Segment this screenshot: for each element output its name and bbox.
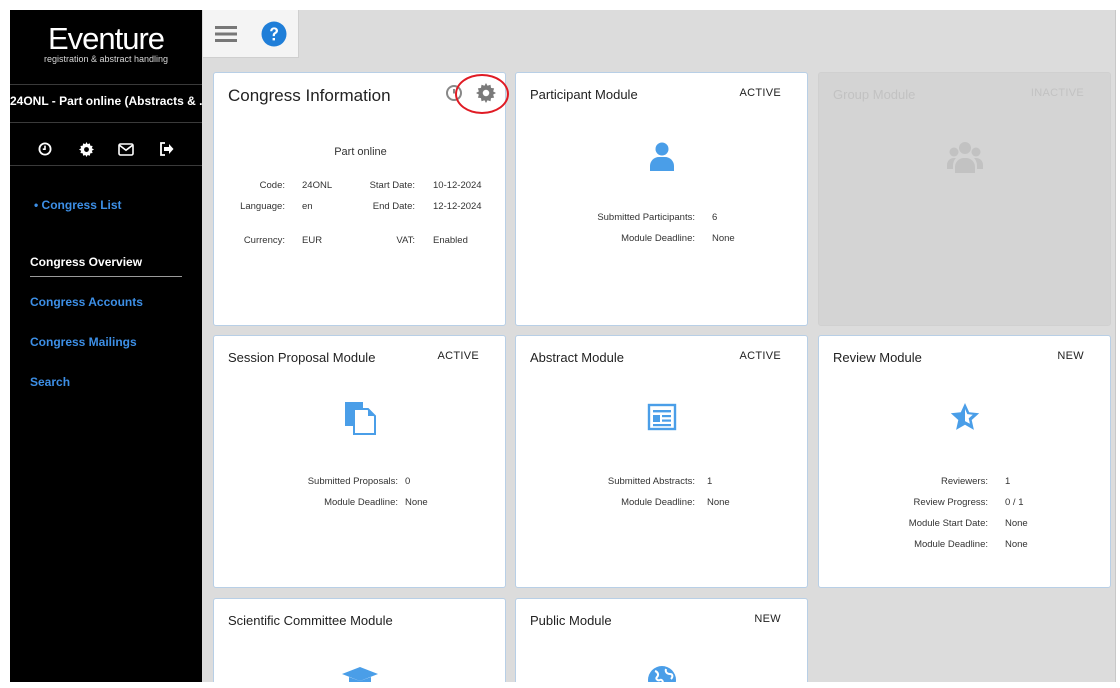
user-icon [649, 141, 675, 176]
congress-list-link[interactable]: • Congress List [34, 198, 122, 212]
sidebar-icon-row [10, 138, 202, 160]
card-title: Public Module [530, 613, 612, 628]
deadline-value: None [712, 233, 735, 244]
language-value: en [302, 201, 313, 212]
highlight-circle [455, 74, 509, 114]
deadline-value: None [405, 497, 428, 508]
card-title: Abstract Module [530, 350, 624, 365]
globe-icon [647, 665, 677, 682]
vat-value: Enabled [433, 235, 468, 246]
divider [10, 165, 202, 166]
proposals-value: 0 [405, 476, 411, 487]
gear-icon[interactable] [75, 138, 97, 160]
end-date-value: 12-12-2024 [433, 201, 482, 212]
nav-congress-mailings[interactable]: Congress Mailings [30, 335, 137, 349]
code-label: Code: [259, 180, 285, 191]
start-date-label: Start Date: [369, 180, 415, 191]
congress-subtitle: Part online [334, 146, 387, 158]
logo-tagline: registration & abstract handling [43, 54, 169, 64]
deadline-label: Module Deadline: [324, 497, 398, 508]
review-progress-label: Review Progress: [913, 497, 988, 508]
start-date-value: 10-12-2024 [433, 180, 482, 191]
reviewers-value: 1 [1005, 476, 1011, 487]
logo-title: Eventure [47, 21, 165, 56]
currency-value: EUR [302, 235, 323, 246]
card-title: Review Module [833, 350, 922, 365]
code-value: 24ONL [302, 180, 333, 191]
card-abstract-module[interactable]: Abstract Module ACTIVE Submitted Abstrac… [515, 335, 808, 588]
nav-congress-accounts[interactable]: Congress Accounts [30, 295, 143, 309]
deadline-label: Module Deadline: [621, 497, 695, 508]
status-badge: ACTIVE [739, 87, 781, 99]
sidebar: Eventure registration & abstract handlin… [10, 10, 202, 682]
card-title: Scientific Committee Module [228, 613, 393, 628]
card-title: Participant Module [530, 87, 638, 102]
status-badge: ACTIVE [739, 350, 781, 362]
divider [10, 84, 202, 85]
deadline-label: Module Deadline: [621, 233, 695, 244]
card-title: Session Proposal Module [228, 350, 376, 365]
status-badge: ACTIVE [437, 350, 479, 362]
toolbar [203, 10, 299, 58]
deadline-value: None [707, 497, 730, 508]
currency-label: Currency: [243, 235, 285, 246]
card-participant-module[interactable]: Participant Module ACTIVE Submitted Part… [515, 72, 808, 326]
card-review-module[interactable]: Review Module NEW Reviewers: 1 Review Pr… [818, 335, 1111, 588]
sign-out-icon[interactable] [155, 138, 177, 160]
help-icon[interactable] [258, 18, 290, 50]
participants-label: Submitted Participants: [597, 212, 695, 223]
nav-congress-overview[interactable]: Congress Overview [30, 255, 142, 269]
hamburger-icon[interactable] [210, 18, 242, 50]
proposals-label: Submitted Proposals: [307, 476, 398, 487]
status-badge: INACTIVE [1030, 87, 1084, 99]
group-icon [946, 141, 983, 178]
start-date-value: None [1005, 518, 1028, 529]
card-public-module[interactable]: Public Module NEW [515, 598, 808, 682]
abstracts-value: 1 [707, 476, 713, 487]
reviewers-label: Reviewers: [941, 476, 988, 487]
card-scientific-committee-module[interactable]: Scientific Committee Module [213, 598, 506, 682]
clock-icon[interactable] [34, 138, 56, 160]
language-label: Language: [240, 201, 285, 212]
card-session-proposal-module[interactable]: Session Proposal Module ACTIVE Submitted… [213, 335, 506, 588]
envelope-icon[interactable] [115, 138, 137, 160]
star-icon [949, 401, 981, 438]
graduation-cap-icon [340, 665, 380, 682]
card-title: Congress Information [228, 86, 391, 105]
deadline-value: None [1005, 539, 1028, 550]
card-congress-information: Congress Information Part online Code: 2… [213, 72, 509, 326]
start-date-label: Module Start Date: [908, 518, 988, 529]
card-title: Group Module [833, 87, 916, 102]
document-icon [344, 401, 376, 440]
card-group-module[interactable]: Group Module INACTIVE [818, 72, 1111, 326]
active-nav-underline [30, 276, 182, 277]
vat-label: VAT: [396, 235, 415, 246]
newspaper-icon [647, 403, 677, 436]
status-badge: NEW [1057, 350, 1084, 362]
divider [10, 122, 202, 123]
abstracts-label: Submitted Abstracts: [607, 476, 695, 487]
participants-value: 6 [712, 212, 718, 223]
end-date-label: End Date: [372, 201, 415, 212]
congress-name[interactable]: 24ONL - Part online (Abstracts & ... [10, 94, 202, 108]
status-badge: NEW [754, 613, 781, 625]
nav-search[interactable]: Search [30, 375, 70, 389]
app-window: Eventure registration & abstract handlin… [10, 10, 1116, 682]
review-progress-value: 0 / 1 [1005, 497, 1024, 508]
deadline-label: Module Deadline: [914, 539, 988, 550]
logo: Eventure registration & abstract handlin… [10, 21, 202, 65]
